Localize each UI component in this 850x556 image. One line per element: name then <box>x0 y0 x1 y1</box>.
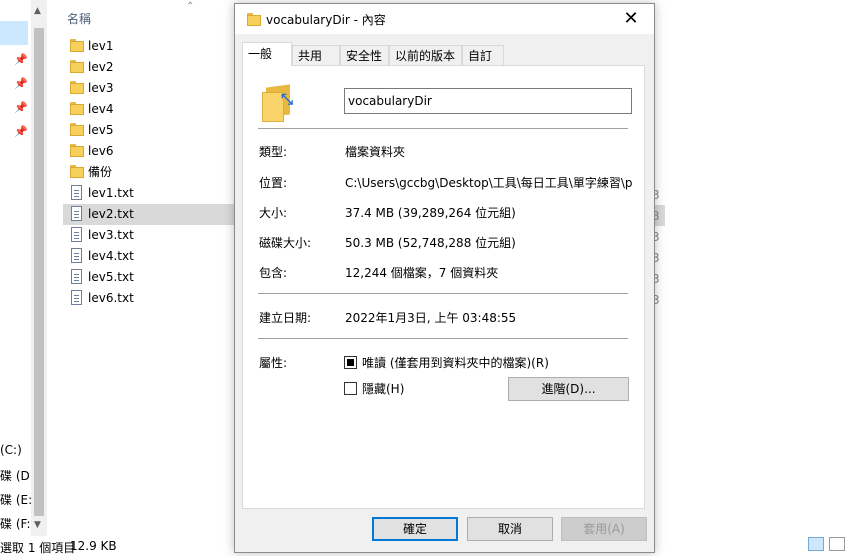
location-label: 位置: <box>259 176 288 190</box>
file-list-item[interactable]: lev5 <box>63 120 235 141</box>
column-header-name[interactable]: 名稱 <box>67 10 91 27</box>
details-view-icon[interactable] <box>808 537 824 551</box>
navigation-pane: 📌 📌 📌 📌 (C:) 碟 (D:) 碟 (E:) 碟 (F:) <box>0 0 38 536</box>
divider <box>258 338 628 339</box>
file-list-item[interactable]: lev4 <box>63 99 235 120</box>
size-value: 37.4 MB (39,289,264 位元組) <box>345 206 516 220</box>
text-file-icon <box>71 248 82 263</box>
pin-icon: 📌 <box>14 125 28 138</box>
properties-dialog: vocabularyDir - 內容 ✕ 一般 共用 安全性 以前的版本 自訂 … <box>234 3 655 553</box>
drive-f[interactable]: 碟 (F:) <box>0 515 35 532</box>
large-icons-view-icon[interactable] <box>829 537 845 551</box>
title-bar[interactable]: vocabularyDir - 內容 ✕ <box>235 4 654 34</box>
folder-icon <box>70 144 84 157</box>
file-name: lev1.txt <box>88 186 134 200</box>
file-list-item[interactable]: lev6 <box>63 141 235 162</box>
pin-icon: 📌 <box>14 101 28 114</box>
size-label: 大小: <box>259 206 288 220</box>
pin-icon: 📌 <box>14 53 28 66</box>
scroll-down-icon[interactable]: ▼ <box>34 520 41 530</box>
folder-shortcut-icon: ⤡ <box>262 84 296 122</box>
file-list-item[interactable]: lev5.txt <box>63 267 235 288</box>
file-list-item[interactable]: lev3.txt <box>63 225 235 246</box>
folder-icon <box>70 60 84 73</box>
folder-name-input[interactable] <box>344 88 632 114</box>
file-list-item[interactable]: lev2.txt <box>63 204 235 225</box>
folder-icon <box>70 123 84 136</box>
readonly-checkbox[interactable] <box>344 356 357 369</box>
file-list-item[interactable]: lev2 <box>63 57 235 78</box>
file-list-item[interactable]: lev6.txt <box>63 288 235 309</box>
file-name: lev6 <box>88 144 114 158</box>
disk-size-value: 50.3 MB (52,748,288 位元組) <box>345 236 516 250</box>
file-name: lev3 <box>88 81 114 95</box>
file-list-item[interactable]: lev3 <box>63 78 235 99</box>
text-file-icon <box>71 185 82 200</box>
text-file-icon <box>71 290 82 305</box>
scrollbar-thumb[interactable] <box>34 28 44 516</box>
type-value: 檔案資料夾 <box>345 145 406 159</box>
text-file-icon <box>71 269 82 284</box>
text-file-icon <box>71 227 82 242</box>
tab-general[interactable]: 一般 <box>242 42 292 66</box>
general-tab-panel: ⤡ 類型: 檔案資料夾 位置: C:\Users\gccbg\Desktop\工… <box>242 65 645 509</box>
readonly-label[interactable]: 唯讀 (僅套用到資料夾中的檔案)(R) <box>362 354 549 371</box>
divider <box>258 128 628 129</box>
folder-icon <box>70 81 84 94</box>
file-list-item[interactable]: lev1.txt <box>63 183 235 204</box>
dialog-title: vocabularyDir - 內容 <box>266 13 386 27</box>
hidden-checkbox[interactable] <box>344 382 357 395</box>
tab-security[interactable]: 安全性 <box>340 45 389 65</box>
hidden-label[interactable]: 隱藏(H) <box>362 380 404 397</box>
ok-button[interactable]: 確定 <box>372 517 458 541</box>
sort-ascending-icon: ⌃ <box>186 1 195 12</box>
folder-icon <box>70 39 84 52</box>
file-name: lev3.txt <box>88 228 134 242</box>
file-list-item[interactable]: lev1 <box>63 36 235 57</box>
file-list-item[interactable]: lev4.txt <box>63 246 235 267</box>
file-name: lev4.txt <box>88 249 134 263</box>
attributes-label: 屬性: <box>259 356 288 370</box>
status-size-text: 12.9 KB <box>70 539 117 553</box>
tab-sharing[interactable]: 共用 <box>292 45 340 65</box>
file-name: lev6.txt <box>88 291 134 305</box>
pin-icon: 📌 <box>14 77 28 90</box>
drive-c[interactable]: (C:) <box>0 443 22 457</box>
type-label: 類型: <box>259 145 288 159</box>
apply-button[interactable]: 套用(A) <box>561 517 647 541</box>
contains-value: 12,244 個檔案，7 個資料夾 <box>345 266 499 280</box>
tab-customize[interactable]: 自訂 <box>462 45 504 65</box>
file-name: lev5 <box>88 123 114 137</box>
created-value: 2022年1月3日, 上午 03:48:55 <box>345 311 517 325</box>
divider <box>258 293 628 294</box>
location-value: C:\Users\gccbg\Desktop\工具\每日工具\單字練習\p <box>345 176 633 190</box>
file-list: lev1 lev2 lev3 lev4 lev5 lev6 備份 lev1.txt lev2.t… <box>63 36 235 309</box>
file-name: lev1 <box>88 39 114 53</box>
cancel-button[interactable]: 取消 <box>467 517 553 541</box>
advanced-button[interactable]: 進階(D)... <box>508 377 629 401</box>
folder-icon <box>247 13 261 26</box>
close-button[interactable]: ✕ <box>608 4 654 34</box>
text-file-icon <box>71 206 82 221</box>
file-list-item[interactable]: 備份 <box>63 162 235 183</box>
folder-icon <box>70 102 84 115</box>
scroll-up-icon[interactable]: ▲ <box>34 6 41 16</box>
file-name: lev4 <box>88 102 114 116</box>
disk-size-label: 磁碟大小: <box>259 236 312 250</box>
folder-icon <box>70 165 84 178</box>
file-name: lev2 <box>88 60 114 74</box>
contains-label: 包含: <box>259 266 288 280</box>
nav-selected-item[interactable] <box>0 21 28 45</box>
tab-previous-versions[interactable]: 以前的版本 <box>389 45 462 65</box>
status-selection-text: 選取 1 個項目 <box>0 541 76 555</box>
file-name: 備份 <box>88 165 113 179</box>
file-name: lev2.txt <box>88 207 134 221</box>
created-label: 建立日期: <box>259 311 312 325</box>
nav-scrollbar[interactable]: ▲ ▼ <box>31 0 47 536</box>
file-name: lev5.txt <box>88 270 134 284</box>
